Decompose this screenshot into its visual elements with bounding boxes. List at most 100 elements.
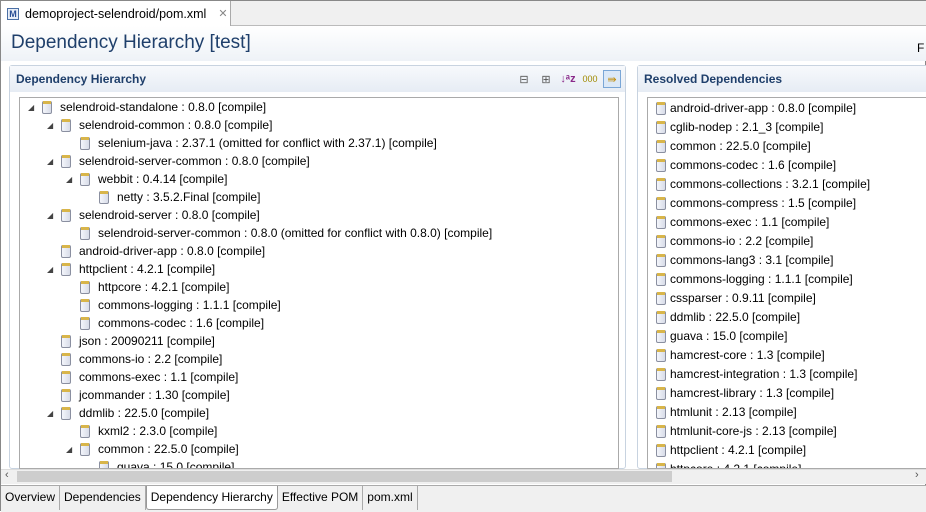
jar-icon <box>61 208 71 222</box>
jar-icon <box>80 226 90 240</box>
list-item[interactable]: commons-logging : 1.1.1 [compile] <box>656 270 853 288</box>
tree-node[interactable]: guava : 15.0 [compile] <box>85 458 234 468</box>
jar-icon <box>656 158 666 172</box>
editor-tab[interactable]: M demoproject-selendroid/pom.xml ✕ <box>1 1 231 26</box>
tree-node-label: netty : 3.5.2.Final [compile] <box>117 190 261 204</box>
expand-arrow-icon[interactable]: ◢ <box>66 445 76 454</box>
tree-node[interactable]: selenium-java : 2.37.1 (omitted for conf… <box>66 134 437 152</box>
section-title: Dependency Hierarchy <box>16 72 147 86</box>
list-item[interactable]: commons-collections : 3.2.1 [compile] <box>656 175 870 193</box>
tab-pom-xml[interactable]: pom.xml <box>363 486 418 510</box>
tree-node[interactable]: ◢ httpclient : 4.2.1 [compile] <box>47 260 215 278</box>
jar-icon <box>656 215 666 229</box>
expand-arrow-icon[interactable]: ◢ <box>28 103 38 112</box>
tree-node-label: selenium-java : 2.37.1 (omitted for conf… <box>98 136 437 150</box>
jar-icon <box>61 370 71 384</box>
jar-icon <box>656 405 666 419</box>
list-item-label: hamcrest-integration : 1.3 [compile] <box>670 367 858 381</box>
page-title: Dependency Hierarchy [test] <box>11 32 251 53</box>
tree-node[interactable]: json : 20090211 [compile] <box>47 332 215 350</box>
list-item-label: cssparser : 0.9.11 [compile] <box>670 291 816 305</box>
list-item[interactable]: commons-exec : 1.1 [compile] <box>656 213 829 231</box>
list-item-label: httpclient : 4.2.1 [compile] <box>670 443 807 457</box>
filter-icon[interactable]: ⇛ <box>603 70 621 88</box>
tree-node[interactable]: commons-codec : 1.6 [compile] <box>66 314 264 332</box>
list-item[interactable]: httpclient : 4.2.1 [compile] <box>656 441 806 459</box>
jar-icon <box>99 190 109 204</box>
tree-node[interactable]: httpcore : 4.2.1 [compile] <box>66 278 229 296</box>
jar-icon <box>656 139 666 153</box>
list-item[interactable]: guava : 15.0 [compile] <box>656 327 787 345</box>
jar-icon <box>656 424 666 438</box>
list-item[interactable]: cssparser : 0.9.11 [compile] <box>656 289 816 307</box>
tree-node[interactable]: ◢ ddmlib : 22.5.0 [compile] <box>47 404 209 422</box>
tree-node-label: selendroid-server-common : 0.8.0 [compil… <box>79 154 310 168</box>
tree-node[interactable]: commons-logging : 1.1.1 [compile] <box>66 296 281 314</box>
list-item[interactable]: common : 22.5.0 [compile] <box>656 137 811 155</box>
jar-icon <box>656 386 666 400</box>
tree-node[interactable]: selendroid-server-common : 0.8.0 (omitte… <box>66 224 492 242</box>
sort-icon[interactable]: ↓ᵃz <box>559 70 577 88</box>
list-item[interactable]: hamcrest-integration : 1.3 [compile] <box>656 365 857 383</box>
tree-node[interactable]: kxml2 : 2.3.0 [compile] <box>66 422 217 440</box>
tab-dependencies[interactable]: Dependencies <box>60 486 146 510</box>
tree-node-label: httpcore : 4.2.1 [compile] <box>98 280 230 294</box>
list-item[interactable]: hamcrest-core : 1.3 [compile] <box>656 346 825 364</box>
tree-node-label: commons-io : 2.2 [compile] <box>79 352 223 366</box>
jar-icon <box>656 348 666 362</box>
list-item[interactable]: ddmlib : 22.5.0 [compile] <box>656 308 800 326</box>
list-item-label: common : 22.5.0 [compile] <box>670 139 811 153</box>
jar-icon <box>61 352 71 366</box>
list-item[interactable]: httpcore : 4.2.1 [compile] <box>656 460 801 468</box>
list-item[interactable]: android-driver-app : 0.8.0 [compile] <box>656 99 856 117</box>
list-item[interactable]: commons-codec : 1.6 [compile] <box>656 156 836 174</box>
list-item-label: commons-io : 2.2 [compile] <box>670 234 814 248</box>
tree-node[interactable]: jcommander : 1.30 [compile] <box>47 386 230 404</box>
expand-arrow-icon[interactable]: ◢ <box>47 409 57 418</box>
tree-node[interactable]: android-driver-app : 0.8.0 [compile] <box>47 242 265 260</box>
tree-node[interactable]: netty : 3.5.2.Final [compile] <box>85 188 260 206</box>
jar-icon <box>656 177 666 191</box>
list-item-label: hamcrest-core : 1.3 [compile] <box>670 348 825 362</box>
list-item-label: commons-exec : 1.1 [compile] <box>670 215 830 229</box>
jar-icon <box>656 443 666 457</box>
scroll-right-icon[interactable]: › <box>915 469 919 481</box>
expand-arrow-icon[interactable]: ◢ <box>47 121 57 130</box>
tree-node[interactable]: ◢ selendroid-standalone : 0.8.0 [compile] <box>28 98 266 116</box>
tree-node[interactable]: ◢ selendroid-server-common : 0.8.0 [compi… <box>47 152 310 170</box>
list-item-label: commons-compress : 1.5 [compile] <box>670 196 857 210</box>
scrollbar-thumb[interactable] <box>17 471 672 482</box>
tree-node[interactable]: ◢ common : 22.5.0 [compile] <box>66 440 239 458</box>
dependency-tree[interactable]: ◢ selendroid-standalone : 0.8.0 [compile]… <box>19 97 619 469</box>
list-item[interactable]: hamcrest-library : 1.3 [compile] <box>656 384 834 402</box>
tree-node-label: selendroid-standalone : 0.8.0 [compile] <box>60 100 267 114</box>
tree-node[interactable]: commons-exec : 1.1 [compile] <box>47 368 238 386</box>
tree-node[interactable]: ◢ selendroid-server : 0.8.0 [compile] <box>47 206 260 224</box>
resolved-dependencies-list[interactable]: android-driver-app : 0.8.0 [compile] cgli… <box>647 97 926 469</box>
list-item[interactable]: commons-io : 2.2 [compile] <box>656 232 813 250</box>
list-item[interactable]: htmlunit-core-js : 2.13 [compile] <box>656 422 837 440</box>
tree-node-label: jcommander : 1.30 [compile] <box>79 388 230 402</box>
close-icon[interactable]: ✕ <box>218 7 227 20</box>
tree-node[interactable]: ◢ webbit : 0.4.14 [compile] <box>66 170 227 188</box>
list-item-label: android-driver-app : 0.8.0 [compile] <box>670 101 857 115</box>
tab-effective-pom[interactable]: Effective POM <box>278 486 364 510</box>
tab-dependency-hierarchy[interactable]: Dependency Hierarchy <box>145 486 278 510</box>
expand-arrow-icon[interactable]: ◢ <box>66 175 76 184</box>
collapse-all-icon[interactable]: ⊟ <box>515 70 533 88</box>
list-item[interactable]: htmlunit : 2.13 [compile] <box>656 403 797 421</box>
tree-node[interactable]: ◢ selendroid-common : 0.8.0 [compile] <box>47 116 272 134</box>
list-item[interactable]: commons-compress : 1.5 [compile] <box>656 194 856 212</box>
tab-overview[interactable]: Overview <box>1 486 61 510</box>
expand-all-icon[interactable]: ⊞ <box>537 70 555 88</box>
list-item[interactable]: cglib-nodep : 2.1_3 [compile] <box>656 118 823 136</box>
expand-arrow-icon[interactable]: ◢ <box>47 157 57 166</box>
jar-icon <box>656 310 666 324</box>
scroll-left-icon[interactable]: ‹ <box>5 469 9 481</box>
tree-node[interactable]: commons-io : 2.2 [compile] <box>47 350 222 368</box>
show-group-id-icon[interactable]: 000 <box>581 70 599 88</box>
list-item[interactable]: commons-lang3 : 3.1 [compile] <box>656 251 833 269</box>
expand-arrow-icon[interactable]: ◢ <box>47 265 57 274</box>
tree-node-label: selendroid-server-common : 0.8.0 (omitte… <box>98 226 493 240</box>
expand-arrow-icon[interactable]: ◢ <box>47 211 57 220</box>
